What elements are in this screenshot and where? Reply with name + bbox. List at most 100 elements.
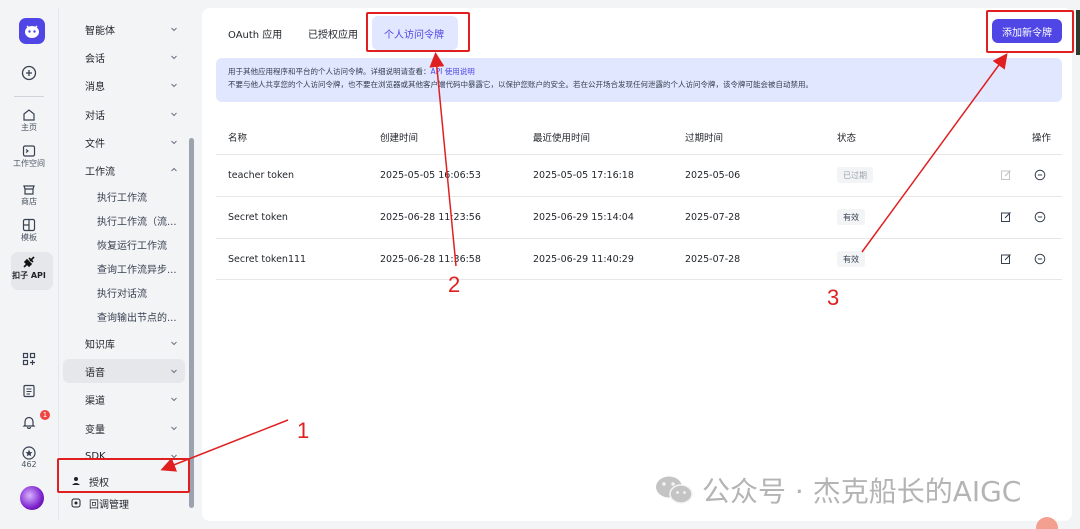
annotation-number-3: 3 (827, 285, 840, 310)
nav-item-channel[interactable]: 渠道 (63, 387, 185, 411)
rail-item-coze-api[interactable]: 扣子 API (0, 256, 58, 281)
rail-item-label: 扣子 API (12, 271, 46, 280)
nav-item-label: 恢复运行工作流 (97, 240, 167, 252)
col-header-name: 名称 (228, 133, 248, 144)
remove-circle-icon[interactable] (1034, 253, 1046, 265)
api-doc-nav: 智能体 会话 消息 对话 文件 工作流 执行工作流 执行工作流（流... 恢复运… (58, 8, 198, 521)
table-row: Secret token 2025-06-28 11:23:56 2025-06… (216, 196, 1062, 238)
nav-item-chat[interactable]: 对话 (63, 102, 185, 126)
rail-item-workspace[interactable]: 工作空间 (0, 144, 58, 169)
store-icon (23, 185, 35, 195)
nav-item-label: 语音 (85, 367, 105, 379)
rail-item-label: 主页 (21, 123, 37, 132)
col-header-expires: 过期时间 (685, 133, 724, 144)
nav-item-message[interactable]: 消息 (63, 73, 185, 97)
nav-subitem-run-chatflow[interactable]: 执行对话流 (63, 280, 185, 304)
notice-text: 用于其他应用程序和平台的个人访问令牌。详细说明请查看： (228, 67, 431, 76)
nav-item-agent[interactable]: 智能体 (63, 17, 185, 41)
nav-item-label: 对话 (85, 110, 105, 122)
status-badge: 已过期 (837, 167, 873, 183)
nav-scrollbar[interactable] (189, 138, 194, 508)
edit-icon[interactable] (1000, 253, 1012, 265)
watermark-text: 公众号 · 杰克船长的AIGC (702, 475, 1022, 508)
rail-item-label: 工作空间 (13, 159, 45, 168)
left-rail: 主页 工作空间 商店 模板 扣子 API 1 462 (0, 0, 58, 529)
token-name: Secret token111 (228, 254, 307, 265)
token-expires: 2025-07-28 (685, 254, 741, 265)
callback-icon (71, 498, 81, 508)
token-last-used: 2025-06-29 15:14:04 (533, 212, 634, 223)
nav-item-conversation[interactable]: 会话 (63, 45, 185, 69)
col-header-status: 状态 (837, 133, 857, 144)
api-plug-icon (23, 256, 35, 268)
nav-item-label: 文件 (85, 138, 105, 150)
chevron-down-icon (171, 27, 177, 32)
chevron-down-icon (171, 83, 177, 88)
nav-subitem-query-async[interactable]: 查询工作流异步... (63, 256, 185, 280)
wechat-icon (656, 476, 693, 504)
nav-item-callback[interactable]: 回调管理 (63, 491, 185, 515)
nav-item-label: 执行工作流（流... (97, 216, 177, 228)
token-last-used: 2025-06-29 11:40:29 (533, 254, 634, 265)
nav-subitem-resume-workflow[interactable]: 恢复运行工作流 (63, 232, 185, 256)
home-icon (23, 109, 35, 121)
annotation-number-2: 2 (448, 272, 461, 297)
nav-subitem-query-output-node[interactable]: 查询输出节点的... (63, 304, 185, 328)
tab-authorized-apps[interactable]: 已授权应用 (296, 16, 370, 50)
tab-label: 已授权应用 (308, 29, 358, 41)
chevron-down-icon (171, 341, 177, 346)
remove-circle-icon[interactable] (1034, 169, 1046, 181)
edit-icon[interactable] (1000, 169, 1012, 181)
token-created: 2025-06-28 11:36:58 (380, 254, 481, 265)
remove-circle-icon[interactable] (1034, 211, 1046, 223)
main-panel: OAuth 应用 已授权应用 个人访问令牌 添加新令牌 用于其他应用程序和平台的… (202, 8, 1072, 521)
points-count: 462 (21, 460, 37, 469)
info-notice: 用于其他应用程序和平台的个人访问令牌。详细说明请查看：API 使用说明 不要与他… (216, 58, 1062, 102)
token-name: teacher token (228, 170, 294, 181)
window-edge (1076, 10, 1080, 55)
edit-icon[interactable] (1000, 211, 1012, 223)
tab-oauth-apps[interactable]: OAuth 应用 (216, 16, 294, 50)
nav-subitem-run-workflow-stream[interactable]: 执行工作流（流... (63, 208, 185, 232)
table-row: Secret token111 2025-06-28 11:36:58 2025… (216, 238, 1062, 280)
docs-icon[interactable] (0, 384, 58, 398)
terminal-icon (22, 145, 36, 157)
create-plus-icon[interactable] (0, 65, 58, 81)
coze-logo-icon[interactable] (19, 18, 45, 44)
status-badge: 有效 (837, 209, 865, 225)
points-button[interactable]: 462 (0, 446, 58, 469)
nav-item-label: 消息 (85, 81, 105, 93)
notice-warning-text: 不要与他人共享您的个人访问令牌，也不要在浏览器或其他客户端代码中暴露它，以保护您… (228, 80, 813, 89)
nav-item-label: 工作流 (85, 166, 115, 178)
chevron-down-icon (171, 55, 177, 60)
nav-item-label: 回调管理 (89, 499, 129, 511)
rail-item-home[interactable]: 主页 (0, 108, 58, 133)
nav-subitem-run-workflow[interactable]: 执行工作流 (63, 184, 185, 208)
nav-item-label: 变量 (85, 424, 105, 436)
token-created: 2025-05-05 16:06:53 (380, 170, 481, 181)
chevron-up-icon (171, 167, 177, 172)
nav-item-file[interactable]: 文件 (63, 130, 185, 154)
rail-item-store[interactable]: 商店 (0, 182, 58, 207)
nav-item-workflow[interactable]: 工作流 (63, 158, 185, 182)
col-header-actions: 操作 (1032, 133, 1052, 144)
rail-divider (14, 96, 44, 97)
tab-label: OAuth 应用 (228, 29, 283, 41)
watermark: 公众号 · 杰克船长的AIGC (654, 470, 1021, 510)
col-header-last-used: 最近使用时间 (533, 133, 591, 144)
nav-item-label: 渠道 (85, 395, 105, 407)
nav-item-voice[interactable]: 语音 (63, 359, 185, 383)
apps-grid-icon[interactable] (0, 352, 58, 366)
api-usage-link[interactable]: API 使用说明 (431, 67, 475, 76)
nav-item-label: 知识库 (85, 339, 115, 351)
nav-item-label: 查询输出节点的... (97, 312, 177, 324)
chevron-down-icon (171, 397, 177, 402)
token-expires: 2025-05-06 (685, 170, 741, 181)
token-expires: 2025-07-28 (685, 212, 741, 223)
rail-item-label: 模板 (21, 233, 37, 242)
avatar[interactable] (20, 486, 44, 510)
nav-item-knowledge[interactable]: 知识库 (63, 331, 185, 355)
rail-item-templates[interactable]: 模板 (0, 218, 58, 243)
col-header-created: 创建时间 (380, 133, 419, 144)
nav-item-variable[interactable]: 变量 (63, 416, 185, 440)
